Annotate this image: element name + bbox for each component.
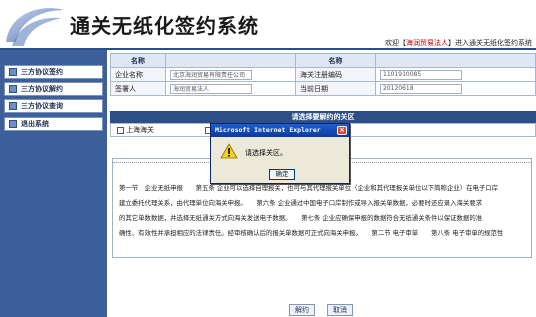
bullet-icon <box>9 120 17 128</box>
agreement-line: 确性、有效性并承担相应的法律责任。经审核确认后的报关单数据可正式向海关申报。 第… <box>119 229 504 237</box>
sidebar-item-label: 三方协议签约 <box>21 68 63 76</box>
customs-code-label: 海关注册编码 <box>295 67 376 82</box>
sidebar-item-sign[interactable]: 三方协议签约 <box>4 65 103 79</box>
customs-code-cell <box>375 67 536 82</box>
welcome-suffix: 】进入通关无纸化签约系统 <box>448 39 532 47</box>
customs-section-title: 请选择要解约的关区 <box>110 111 536 123</box>
customs-option-shanghai[interactable]: 上海海关 <box>117 125 154 135</box>
bullet-icon <box>9 102 17 110</box>
logo-swirl-icon <box>6 8 64 46</box>
agreement-line: 第一节 企业无纸申报 第五条 企业可以选择自理报关，也可与其代理报关单位（企业和… <box>119 184 499 192</box>
agreement-line: 建立委托代理关系，由代理单位向海关申报。 第六条 企业通过中国电子口岸制作或导入… <box>119 199 483 207</box>
enterprise-label: 企业名称 <box>110 67 166 82</box>
bullet-icon <box>9 68 17 76</box>
customs-code-field[interactable] <box>380 69 462 80</box>
welcome-prefix: 欢迎【 <box>385 39 406 47</box>
cancel-button[interactable]: 取消 <box>327 304 353 316</box>
signer-cell <box>165 81 296 96</box>
sidebar-item-label: 三方协议查询 <box>21 102 63 110</box>
info-table: 名称 名称 企业名称 海关注册编码 签署人 当前日期 <box>110 53 536 96</box>
date-label: 当前日期 <box>295 81 376 96</box>
agreement-line: 的其它单数数据，并选择无纸通关方式向海关发送电子数据。 第七条 企业应确保申报的… <box>119 214 483 222</box>
dialog-message: 请选择关区。 <box>245 149 287 157</box>
checkbox[interactable] <box>117 126 124 134</box>
dialog-title: Microsoft Internet Explorer <box>211 124 349 137</box>
column-header-empty <box>375 53 536 68</box>
column-header-empty <box>165 53 296 68</box>
date-field[interactable] <box>380 83 462 94</box>
action-buttons: 解约 取消 <box>110 304 536 317</box>
bullet-icon <box>9 85 17 93</box>
enterprise-cell <box>165 67 296 82</box>
page-title: 通关无纸化签约系统 <box>70 14 259 38</box>
warning-icon <box>220 143 238 159</box>
sidebar-item-query[interactable]: 三方协议查询 <box>4 99 103 113</box>
close-icon[interactable]: × <box>337 126 347 135</box>
app-header: 通关无纸化签约系统 欢迎【海润贸易法人】进入通关无纸化签约系统 <box>0 0 536 50</box>
customs-option-label: 上海海关 <box>126 126 154 134</box>
column-header: 名称 <box>295 53 376 68</box>
sidebar: 三方协议签约 三方协议解约 三方协议查询 退出系统 <box>0 50 107 317</box>
welcome-text: 欢迎【海润贸易法人】进入通关无纸化签约系统 <box>385 38 532 48</box>
sidebar-item-label: 三方协议解约 <box>21 85 63 93</box>
ok-button[interactable]: 确定 <box>269 169 295 180</box>
column-header: 名称 <box>110 53 166 68</box>
signer-field[interactable] <box>170 83 252 94</box>
date-cell <box>375 81 536 96</box>
alert-dialog: Microsoft Internet Explorer × 请选择关区。 确定 <box>210 123 350 184</box>
signer-label: 签署人 <box>110 81 166 96</box>
enterprise-field[interactable] <box>170 69 252 80</box>
sidebar-item-logout[interactable]: 退出系统 <box>4 117 103 131</box>
sidebar-item-label: 退出系统 <box>21 120 49 128</box>
terminate-button[interactable]: 解约 <box>289 304 315 316</box>
sidebar-item-terminate[interactable]: 三方协议解约 <box>4 82 103 96</box>
welcome-username: 海润贸易法人 <box>406 39 448 47</box>
